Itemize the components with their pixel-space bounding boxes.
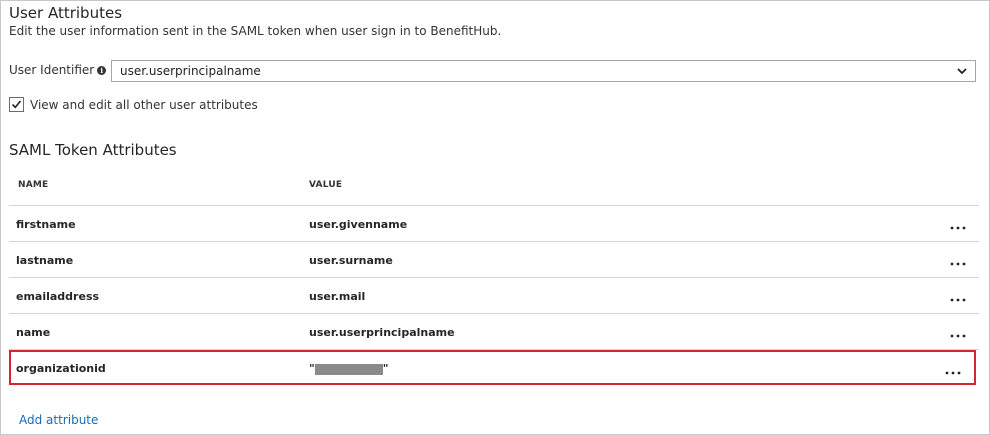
section-title: User Attributes	[9, 4, 123, 22]
view-all-attributes-checkbox[interactable]	[9, 97, 24, 112]
column-header-value: VALUE	[309, 180, 343, 190]
saml-token-attributes-heading: SAML Token Attributes	[9, 141, 177, 159]
attribute-value-redacted: " "	[309, 362, 389, 375]
chevron-down-icon	[957, 68, 967, 75]
user-identifier-label-group: User Identifier i	[9, 63, 107, 77]
section-description: Edit the user information sent in the SA…	[9, 24, 502, 38]
more-options-icon[interactable]	[947, 325, 969, 341]
view-all-attributes-label: View and edit all other user attributes	[30, 97, 258, 112]
table-row[interactable]: lastname user.surname	[9, 243, 979, 278]
attributes-table-header: NAME VALUE	[9, 173, 979, 206]
checkmark-icon	[11, 100, 22, 109]
more-options-icon[interactable]	[947, 289, 969, 305]
attribute-name: organizationid	[16, 362, 106, 375]
more-options-icon[interactable]	[947, 217, 969, 233]
user-identifier-dropdown[interactable]: user.userprincipalname	[111, 60, 976, 82]
attribute-name: lastname	[16, 254, 74, 267]
more-options-icon[interactable]	[947, 253, 969, 269]
user-attributes-panel: User Attributes Edit the user informatio…	[0, 0, 990, 435]
table-row[interactable]: name user.userprincipalname	[9, 315, 979, 350]
table-row[interactable]: emailaddress user.mail	[9, 279, 979, 314]
attribute-value: user.userprincipalname	[309, 326, 455, 339]
table-row-highlighted[interactable]: organizationid " "	[9, 350, 976, 385]
user-identifier-label: User Identifier	[9, 63, 95, 77]
view-all-attributes-row: View and edit all other user attributes	[9, 97, 258, 112]
add-attribute-link[interactable]: Add attribute	[19, 413, 98, 427]
user-identifier-value: user.userprincipalname	[120, 64, 261, 78]
attribute-value: user.mail	[309, 290, 366, 303]
attribute-value: user.givenname	[309, 218, 408, 231]
attribute-value: user.surname	[309, 254, 393, 267]
table-row[interactable]: firstname user.givenname	[9, 207, 979, 242]
column-header-name: NAME	[18, 180, 49, 190]
info-icon[interactable]: i	[97, 65, 107, 75]
more-options-icon[interactable]	[942, 362, 964, 378]
redacted-block	[314, 363, 383, 375]
attribute-name: firstname	[16, 218, 76, 231]
attribute-name: emailaddress	[16, 290, 100, 303]
attribute-name: name	[16, 326, 51, 339]
